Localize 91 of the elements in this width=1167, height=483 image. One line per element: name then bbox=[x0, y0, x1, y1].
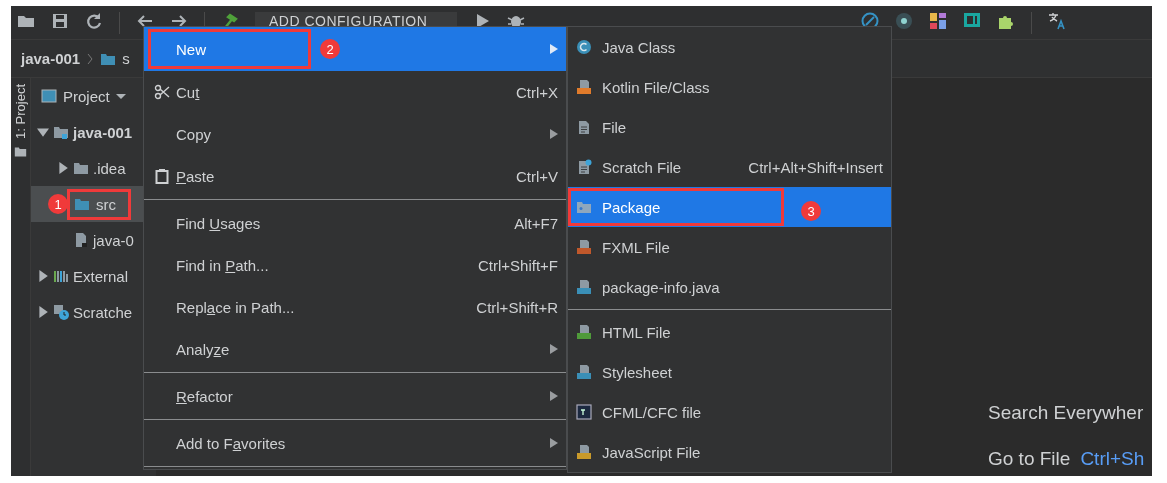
menu-item[interactable]: JavaScript File bbox=[568, 432, 891, 472]
menu-item[interactable]: Scratch File Ctrl+Alt+Shift+Insert bbox=[568, 147, 891, 187]
scratch-clock-icon bbox=[53, 304, 69, 320]
menu-label: Find Usages bbox=[176, 214, 261, 232]
menu-label: Copy bbox=[176, 125, 212, 143]
tree-label: Scratche bbox=[73, 303, 133, 321]
menu-label: Add to Favorites bbox=[176, 434, 286, 452]
menu-label: CFML/CFC file bbox=[602, 403, 702, 421]
menu-label: Paste bbox=[176, 167, 215, 185]
chevron-right-icon bbox=[86, 52, 95, 65]
menu-label: Find in Path... bbox=[176, 256, 269, 274]
breadcrumb-item[interactable]: java-001 bbox=[21, 50, 81, 67]
shortcut-label: Ctrl+V bbox=[515, 167, 558, 185]
menu-label: Package bbox=[602, 198, 661, 216]
menu-label: Stylesheet bbox=[602, 363, 673, 381]
menu-item[interactable]: Java Class bbox=[568, 27, 891, 67]
tree-label: src bbox=[96, 195, 116, 213]
menu-item[interactable]: Kotlin File/Class bbox=[568, 67, 891, 107]
scissors-icon bbox=[154, 84, 170, 100]
menu-item[interactable]: Analyze bbox=[144, 328, 566, 370]
menu-label: Scratch File bbox=[602, 158, 682, 176]
folder-icon bbox=[73, 160, 89, 176]
tree-label: java-0 bbox=[93, 231, 134, 249]
menu-item[interactable]: Package 3 bbox=[568, 187, 891, 227]
file-type-icon bbox=[576, 239, 592, 255]
scratch-file-icon bbox=[576, 159, 592, 175]
menu-label: Refactor bbox=[176, 387, 233, 405]
menu-label: package-info.java bbox=[602, 278, 720, 296]
layout-grid-icon[interactable] bbox=[929, 12, 947, 30]
shortcut-label: Ctrl+Shift+R bbox=[476, 298, 558, 316]
collapsed-arrow-icon[interactable] bbox=[37, 270, 49, 282]
menu-label: Java Class bbox=[602, 38, 676, 56]
window-icon bbox=[41, 88, 57, 104]
menu-item[interactable]: HTML File bbox=[568, 312, 891, 352]
file-icon bbox=[73, 232, 89, 248]
menu-label: New bbox=[176, 40, 206, 58]
menu-label: File bbox=[602, 118, 627, 136]
menu-item[interactable]: Add to Favorites bbox=[144, 422, 566, 464]
menu-label: Kotlin File/Class bbox=[602, 78, 710, 96]
collapsed-arrow-icon[interactable] bbox=[57, 162, 69, 174]
package-folder-icon bbox=[576, 199, 592, 215]
menu-item[interactable]: Cut Ctrl+X bbox=[144, 71, 566, 113]
menu-item[interactable]: CFML/CFC file bbox=[568, 392, 891, 432]
clipboard-icon bbox=[154, 168, 170, 184]
menu-item[interactable]: File bbox=[568, 107, 891, 147]
file-type-icon bbox=[576, 444, 592, 460]
expanded-arrow-icon[interactable] bbox=[37, 126, 49, 138]
project-tool-tab[interactable]: 1: Project bbox=[13, 84, 28, 139]
menu-item[interactable]: package-info.java bbox=[568, 267, 891, 307]
editor-hint: Search Everywher bbox=[988, 402, 1144, 424]
panel-title[interactable]: Project bbox=[63, 87, 110, 105]
menu-item[interactable]: Stylesheet bbox=[568, 352, 891, 392]
annotation-badge: 3 bbox=[801, 201, 821, 221]
file-icon bbox=[576, 119, 592, 135]
module-folder-icon bbox=[53, 124, 69, 140]
menu-item[interactable]: FXML File bbox=[568, 227, 891, 267]
tree-label: .idea bbox=[93, 159, 126, 177]
file-type-icon bbox=[576, 324, 592, 340]
file-type-icon bbox=[576, 279, 592, 295]
menu-label: Analyze bbox=[176, 340, 230, 358]
translate-icon[interactable] bbox=[1048, 12, 1066, 30]
cfml-icon bbox=[576, 404, 592, 420]
library-bars-icon bbox=[53, 268, 69, 284]
menu-label: JavaScript File bbox=[602, 443, 701, 461]
file-type-icon bbox=[576, 364, 592, 380]
menu-item[interactable]: Refactor bbox=[144, 375, 566, 417]
menu-label: HTML File bbox=[602, 323, 671, 341]
tree-label: java-001 bbox=[73, 123, 133, 141]
file-type-icon bbox=[576, 79, 592, 95]
caret-icon[interactable] bbox=[115, 91, 126, 101]
sync-icon[interactable] bbox=[85, 12, 103, 30]
breadcrumb-item[interactable]: s bbox=[122, 50, 130, 67]
record-icon[interactable] bbox=[895, 12, 913, 30]
shortcut-label: Ctrl+Alt+Shift+Insert bbox=[748, 158, 883, 176]
menu-label: FXML File bbox=[602, 238, 670, 256]
menu-item[interactable]: New 2 bbox=[144, 27, 566, 71]
menu-label: Replace in Path... bbox=[176, 298, 295, 316]
collapsed-arrow-icon[interactable] bbox=[37, 306, 49, 318]
shortcut-label: Ctrl+Shift+F bbox=[477, 256, 558, 274]
menu-label: Cut bbox=[176, 83, 200, 101]
editor-hint: Go to File bbox=[988, 448, 1071, 470]
hint-shortcut: Ctrl+Sh bbox=[1080, 448, 1145, 470]
annotation-badge: 1 bbox=[48, 194, 68, 214]
class-circle-icon bbox=[576, 39, 592, 55]
save-icon[interactable] bbox=[51, 12, 69, 30]
tree-label: External bbox=[73, 267, 129, 285]
shortcut-label: Alt+F7 bbox=[514, 214, 558, 232]
folder-icon bbox=[74, 196, 90, 212]
folder-icon bbox=[14, 144, 27, 158]
annotation-badge: 2 bbox=[320, 39, 340, 59]
shortcut-label: Ctrl+X bbox=[515, 83, 558, 101]
